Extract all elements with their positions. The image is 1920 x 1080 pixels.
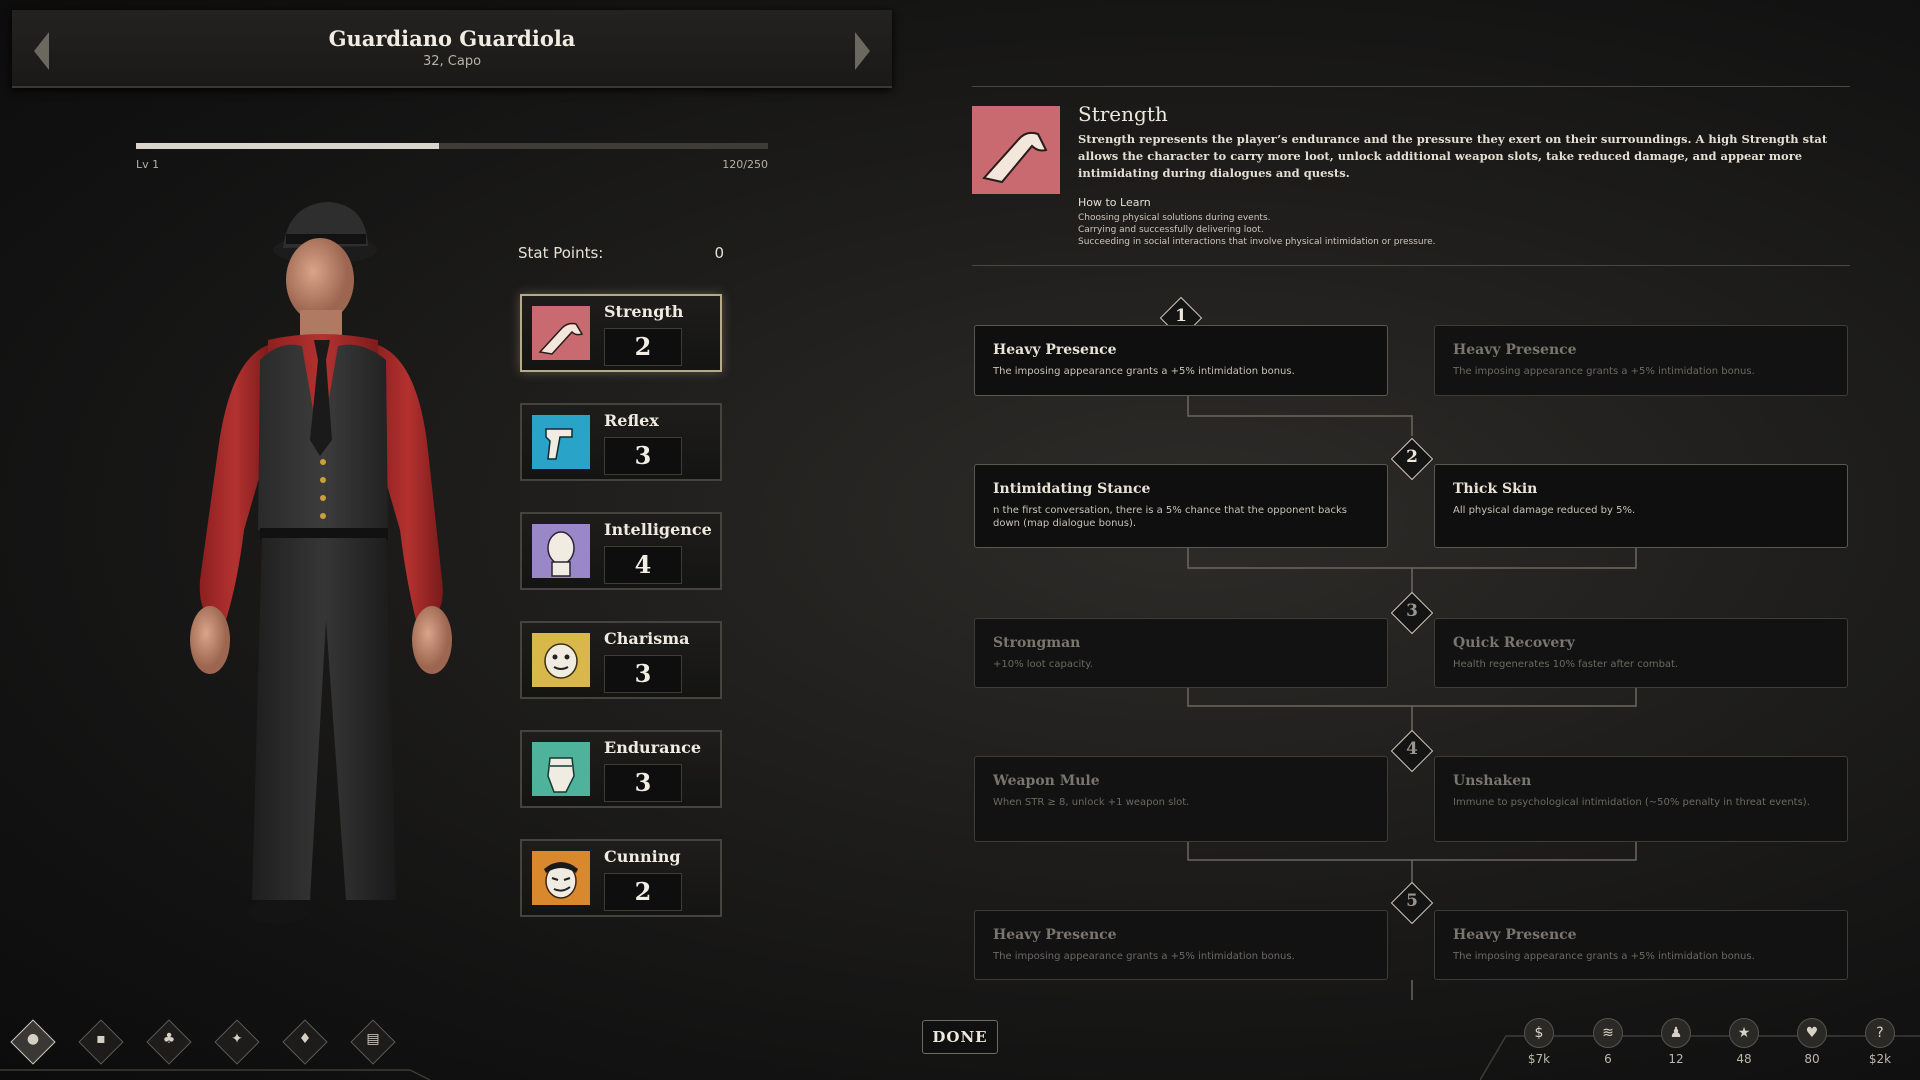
perk-name: Heavy Presence xyxy=(1453,927,1577,943)
perk-name: Unshaken xyxy=(1453,773,1532,789)
perk-card[interactable]: Unshaken Immune to psychological intimid… xyxy=(1434,756,1848,842)
perk-name: Intimidating Stance xyxy=(993,481,1151,497)
resource-money: $ $7k xyxy=(1514,1018,1564,1066)
tier-number: 1 xyxy=(1175,306,1187,326)
resource-ammo: ≋ 6 xyxy=(1583,1018,1633,1066)
perk-card[interactable]: Heavy Presence The imposing appearance g… xyxy=(974,325,1388,396)
perk-name: Heavy Presence xyxy=(993,342,1117,358)
done-button[interactable]: DONE xyxy=(922,1020,998,1054)
perk-card[interactable]: Weapon Mule When STR ≥ 8, unlock +1 weap… xyxy=(974,756,1388,842)
tier-number: 5 xyxy=(1406,891,1418,911)
perk-name: Quick Recovery xyxy=(1453,635,1575,651)
resource-value: $7k xyxy=(1527,1052,1551,1066)
money-icon: $ xyxy=(1524,1018,1554,1048)
resource-influence: ★ 48 xyxy=(1719,1018,1769,1066)
resource-crew: ♟ 12 xyxy=(1651,1018,1701,1066)
perk-name: Strongman xyxy=(993,635,1081,651)
tier-number: 2 xyxy=(1406,447,1418,467)
resource-value: 80 xyxy=(1804,1052,1820,1066)
perk-card[interactable]: Quick Recovery Health regenerates 10% fa… xyxy=(1434,618,1848,688)
crew-members-icon: ♟ xyxy=(1661,1018,1691,1048)
perk-description: +10% loot capacity. xyxy=(993,659,1093,670)
perk-name: Heavy Presence xyxy=(993,927,1117,943)
health-icon: ♥ xyxy=(1797,1018,1827,1048)
perk-card[interactable]: Intimidating Stance n the first conversa… xyxy=(974,464,1388,548)
perk-description: Immune to psychological intimidation (~5… xyxy=(1453,797,1810,808)
perk-description: Health regenerates 10% faster after comb… xyxy=(1453,659,1679,670)
perk-name: Thick Skin xyxy=(1453,481,1538,497)
resource-value: 6 xyxy=(1604,1052,1612,1066)
tier-number: 4 xyxy=(1406,739,1418,759)
perk-description: When STR ≥ 8, unlock +1 weapon slot. xyxy=(993,797,1190,808)
resource-value: 48 xyxy=(1736,1052,1752,1066)
influence-icon: ★ xyxy=(1729,1018,1759,1048)
perk-description: The imposing appearance grants a +5% int… xyxy=(993,951,1295,962)
perk-card[interactable]: Heavy Presence The imposing appearance g… xyxy=(974,910,1388,980)
perk-description: The imposing appearance grants a +5% int… xyxy=(1453,951,1755,962)
resource-health: ♥ 80 xyxy=(1787,1018,1837,1066)
ammo-icon: ≋ xyxy=(1593,1018,1623,1048)
tier-number: 3 xyxy=(1406,601,1418,621)
debt-icon: ? xyxy=(1865,1018,1895,1048)
perk-card[interactable]: Strongman +10% loot capacity. xyxy=(974,618,1388,688)
resource-value: $2k xyxy=(1868,1052,1892,1066)
perk-description: n the first conversation, there is a 5% … xyxy=(993,505,1348,529)
resource-debt: ? $2k xyxy=(1855,1018,1905,1066)
perk-description: All physical damage reduced by 5%. xyxy=(1453,505,1636,516)
perk-card[interactable]: Thick Skin All physical damage reduced b… xyxy=(1434,464,1848,548)
perk-description: The imposing appearance grants a +5% int… xyxy=(1453,366,1755,377)
perk-name: Heavy Presence xyxy=(1453,342,1577,358)
resource-value: 12 xyxy=(1668,1052,1684,1066)
perk-card[interactable]: Heavy Presence The imposing appearance g… xyxy=(1434,910,1848,980)
perk-description: The imposing appearance grants a +5% int… xyxy=(993,366,1295,377)
perk-name: Weapon Mule xyxy=(993,773,1100,789)
perk-card[interactable]: Heavy Presence The imposing appearance g… xyxy=(1434,325,1848,396)
